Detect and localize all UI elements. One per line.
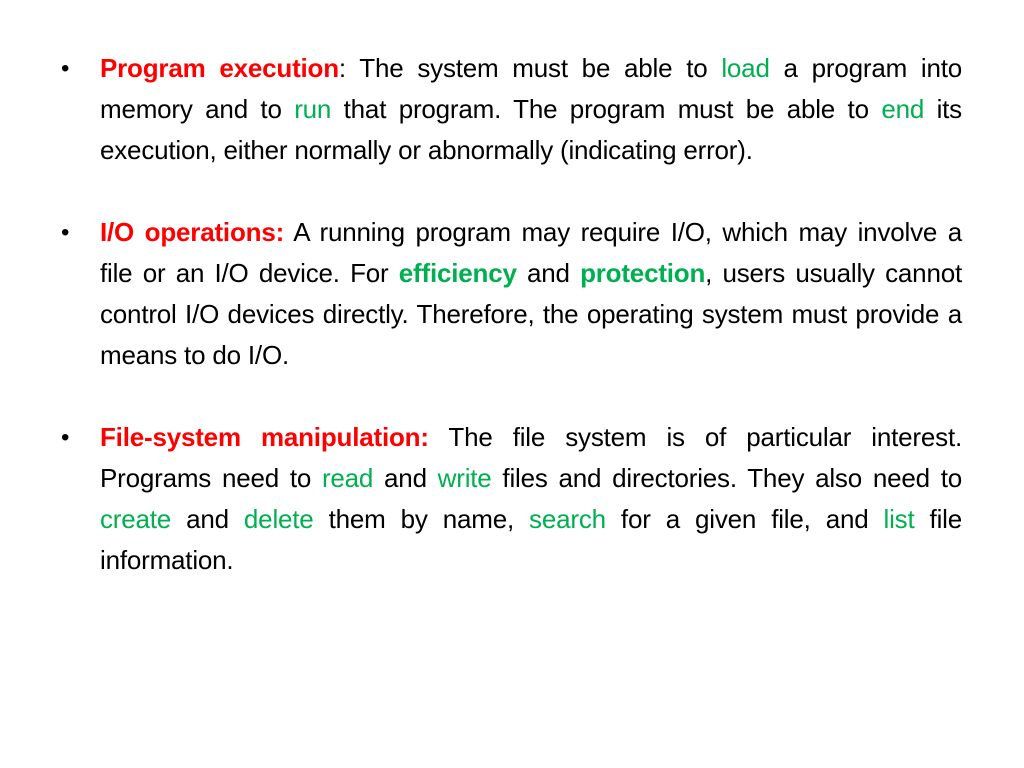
bullet-icon: • <box>61 424 70 451</box>
bullet-item-program-execution: • Program execution: The system must be … <box>58 48 962 171</box>
keyword: read <box>321 463 374 493</box>
bullet-text: I/O operations: A running program may re… <box>100 217 962 370</box>
bullet-icon: • <box>61 219 70 246</box>
slide: • Program execution: The system must be … <box>0 0 1024 768</box>
keyword: list <box>883 504 915 534</box>
keyword: search <box>529 504 606 534</box>
keyword: create <box>100 504 172 534</box>
bullet-item-io-operations: • I/O operations: A running program may … <box>58 212 962 376</box>
bullet-heading: Program execution <box>100 53 339 83</box>
keyword: protection <box>580 258 706 288</box>
body-text: for a given file, and <box>605 504 884 534</box>
body-text: them by name, <box>313 504 530 534</box>
keyword: efficiency <box>398 258 517 288</box>
body-text: and <box>373 463 438 493</box>
bullet-icon: • <box>61 55 70 82</box>
keyword: load <box>721 53 770 83</box>
bullet-text: File-system manipulation: The file syste… <box>100 422 962 575</box>
body-text: and <box>171 504 244 534</box>
bullet-item-file-system-manipulation: • File-system manipulation: The file sys… <box>58 417 962 581</box>
bullet-list: • Program execution: The system must be … <box>58 48 962 622</box>
body-text: and <box>516 258 581 288</box>
keyword: end <box>881 94 925 124</box>
body-text: : The system must be able to <box>338 53 722 83</box>
bullet-text: Program execution: The system must be ab… <box>100 53 962 165</box>
bullet-heading: File-system manipulation: <box>100 422 429 452</box>
bullet-heading: I/O operations: <box>100 217 285 247</box>
body-text: files and directories. They also need to <box>491 463 962 493</box>
body-text: that program. The program must be able t… <box>331 94 882 124</box>
keyword: delete <box>243 504 314 534</box>
keyword: write <box>437 463 492 493</box>
keyword: run <box>294 94 332 124</box>
